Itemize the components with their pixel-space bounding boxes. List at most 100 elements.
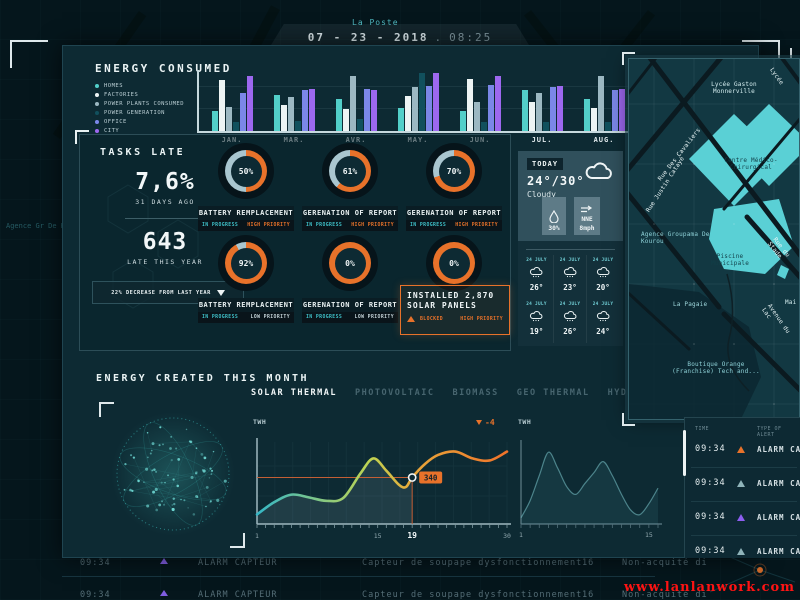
- alert-row[interactable]: 09:34ALARM CAP: [685, 508, 800, 528]
- gauge-card[interactable]: 70%GERENATION OF REPORTIN PROGRESSHIGH P…: [406, 143, 502, 231]
- legend-item[interactable]: FACTORIES: [95, 91, 184, 99]
- bar[interactable]: [281, 105, 287, 131]
- sphere-visual: [99, 398, 247, 548]
- bar[interactable]: [598, 76, 604, 131]
- bar[interactable]: [433, 73, 439, 131]
- bar[interactable]: [357, 119, 363, 131]
- bar[interactable]: [467, 79, 473, 131]
- bar[interactable]: [481, 122, 487, 131]
- forecast-cell[interactable]: 24 JULY20°: [586, 255, 619, 299]
- bar[interactable]: [371, 90, 377, 131]
- bar[interactable]: [426, 86, 432, 131]
- bar[interactable]: [522, 90, 528, 131]
- bar[interactable]: [295, 121, 301, 131]
- bar[interactable]: [543, 122, 549, 131]
- bar-month-label: JUL.: [511, 136, 573, 144]
- bar-group: AVR.: [325, 70, 387, 131]
- forecast-cell[interactable]: 24 JULY24°: [586, 299, 619, 343]
- legend-dot-icon: [95, 120, 99, 124]
- legend-item[interactable]: POWER GENERATION: [95, 109, 184, 117]
- gauge-ring: 70%: [426, 143, 482, 199]
- gauge-task-name: BATTERY REMPLACEMENT: [198, 206, 294, 220]
- humidity-box: 30%: [542, 197, 566, 235]
- bar[interactable]: [529, 102, 535, 131]
- map-label: Boutique Orange (Franchise) Tech and...: [667, 361, 765, 375]
- priority-badge: LOW PRIORITY: [251, 315, 290, 320]
- alert-triangle-icon: [737, 446, 745, 453]
- bar[interactable]: [591, 108, 597, 131]
- gauge-ring: 50%: [218, 143, 274, 199]
- bar[interactable]: [302, 90, 308, 131]
- tab-biomass[interactable]: BIOMASS: [452, 388, 498, 398]
- watermark: www.lanlanwork.com: [624, 580, 795, 595]
- solar-line-chart[interactable]: 3401151930: [249, 426, 519, 551]
- twh-area-chart[interactable]: 115: [515, 426, 665, 551]
- gauge-task-name: GERENATION OF REPORT: [302, 298, 398, 312]
- bar[interactable]: [240, 93, 246, 131]
- bar[interactable]: [274, 95, 280, 131]
- tab-geo-thermal[interactable]: GEO THERMAL: [517, 388, 590, 398]
- bar[interactable]: [474, 102, 480, 131]
- today-temp: 24°/30°: [527, 174, 585, 188]
- cell-desc: Capteur de soupape dysfonctionnement: [362, 558, 582, 568]
- forecast-cell[interactable]: 24 JULY26°: [520, 255, 553, 299]
- bar[interactable]: [405, 96, 411, 131]
- legend-item[interactable]: POWER PLANTS CONSUMED: [95, 100, 184, 108]
- bar[interactable]: [336, 99, 342, 131]
- bar-group: MAY.: [387, 70, 449, 131]
- installed-card[interactable]: INSTALLED 2,870SOLAR PANELSBLOCKEDHIGH P…: [400, 285, 510, 335]
- legend-item[interactable]: HOMES: [95, 82, 184, 90]
- bar[interactable]: [288, 97, 294, 131]
- bar[interactable]: [226, 107, 232, 131]
- gauge-badges: IN PROGRESSHIGH PRIORITY: [406, 220, 502, 231]
- alert-row[interactable]: 09:34ALARM CAP: [685, 542, 800, 562]
- bar[interactable]: [398, 108, 404, 131]
- forecast-cell[interactable]: 24 JULY23°: [553, 255, 586, 299]
- bar[interactable]: [364, 89, 370, 131]
- bar[interactable]: [309, 89, 315, 131]
- bar[interactable]: [343, 109, 349, 131]
- priority-badge: LOW PRIORITY: [355, 315, 394, 320]
- today-badge: TODAY: [527, 158, 563, 170]
- map-panel[interactable]: Lycée Gaston MonnervilleLycéeRue Des Cav…: [628, 58, 800, 420]
- forecast-cell[interactable]: 24 JULY26°: [553, 299, 586, 343]
- bar[interactable]: [419, 73, 425, 131]
- forecast-cell[interactable]: 24 JULY19°: [520, 299, 553, 343]
- cloud-icon: [584, 159, 616, 181]
- forecast-temp: 26°: [520, 283, 553, 292]
- gauge-card[interactable]: 0%: [406, 235, 502, 291]
- alert-triangle-icon: [737, 514, 745, 521]
- bar[interactable]: [350, 76, 356, 131]
- bar[interactable]: [619, 89, 625, 131]
- legend-item[interactable]: OFFICE: [95, 118, 184, 126]
- gauge-card[interactable]: 0%GERENATION OF REPORTIN PROGRESSLOW PRI…: [302, 235, 398, 323]
- alert-row[interactable]: 09:34ALARM CAP: [685, 474, 800, 494]
- gauge-card[interactable]: 50%BATTERY REMPLACEMENTIN PROGRESSHIGH P…: [198, 143, 294, 231]
- weather-panel: TODAY 24°/30° Cloudy 30% NNE 8mph 24 JUL…: [518, 151, 623, 346]
- bar[interactable]: [247, 76, 253, 131]
- bar[interactable]: [605, 122, 611, 131]
- legend-label: POWER GENERATION: [104, 110, 165, 116]
- bar[interactable]: [219, 80, 225, 131]
- bar[interactable]: [536, 93, 542, 131]
- small-cloud-icon: [563, 310, 578, 322]
- cell-count: 16: [582, 558, 594, 568]
- alert-label: ALARM CAP: [757, 479, 800, 488]
- bar[interactable]: [488, 85, 494, 131]
- gauge-card[interactable]: 92%BATTERY REMPLACEMENTIN PROGRESSLOW PR…: [198, 235, 294, 323]
- tab-solar-thermal[interactable]: SOLAR THERMAL: [251, 388, 337, 398]
- bar[interactable]: [584, 99, 590, 131]
- tab-photovoltaic[interactable]: PHOTOVOLTAIC: [355, 388, 434, 398]
- bar[interactable]: [233, 122, 239, 131]
- bar[interactable]: [550, 87, 556, 131]
- bar[interactable]: [460, 111, 466, 131]
- alert-row[interactable]: 09:34ALARM CAP: [685, 440, 800, 460]
- bar[interactable]: [557, 86, 563, 131]
- bar[interactable]: [412, 87, 418, 131]
- bar[interactable]: [612, 90, 618, 131]
- bar[interactable]: [495, 76, 501, 131]
- gauge-card[interactable]: 61%GERENATION OF REPORTIN PROGRESSHIGH P…: [302, 143, 398, 231]
- forecast-temp: 26°: [554, 327, 586, 336]
- bar[interactable]: [212, 111, 218, 131]
- gauge-percent: 70%: [439, 156, 470, 187]
